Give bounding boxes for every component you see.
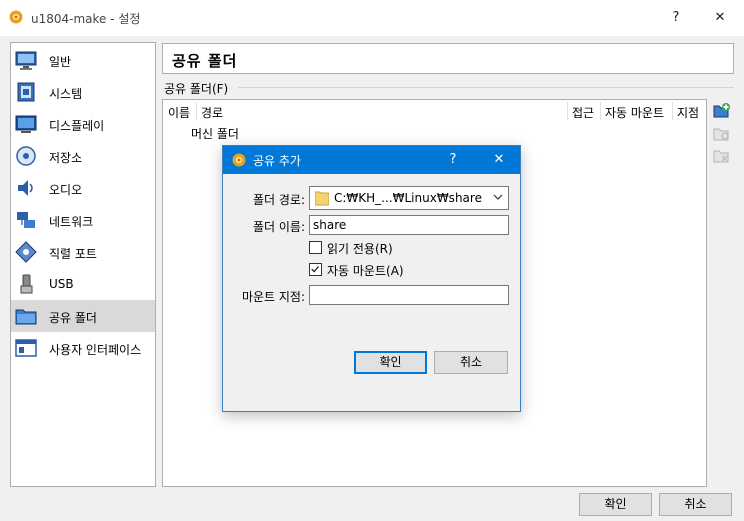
serial-port-icon — [15, 241, 37, 263]
sidebar-item-label: 저장소 — [49, 151, 83, 165]
sidebar-item-audio[interactable]: 오디오 — [11, 172, 155, 204]
sidebar-item-label: 네트워크 — [49, 215, 94, 229]
automount-checkbox[interactable] — [309, 263, 322, 276]
cancel-button[interactable]: 취소 — [659, 493, 732, 516]
sidebar-item-network[interactable]: 네트워크 — [11, 204, 155, 236]
sidebar-item-label: 사용자 인터페이스 — [49, 343, 142, 357]
table-row[interactable]: 머신 폴더 — [191, 125, 239, 142]
add-share-dialog: 공유 추가 ? ✕ 폴더 경로: C:₩KH_...₩Linux₩share 폴… — [222, 145, 521, 412]
storage-icon — [16, 146, 36, 166]
column-header-path[interactable]: 경로 — [201, 104, 223, 121]
sidebar-item-label: USB — [49, 277, 74, 291]
sidebar-item-system[interactable]: 시스템 — [11, 76, 155, 108]
monitor-icon — [15, 51, 37, 70]
folder-icon — [315, 191, 329, 206]
network-icon — [17, 212, 35, 228]
display-icon — [15, 115, 37, 133]
sidebar-item-label: 시스템 — [49, 87, 83, 101]
sidebar-item-label: 공유 폴더 — [49, 311, 97, 325]
sidebar-item-shared-folders[interactable]: 공유 폴더 — [11, 300, 155, 332]
column-header-mount-point[interactable]: 지점 — [677, 104, 699, 121]
folder-name-input[interactable]: share — [309, 215, 509, 235]
speaker-icon — [18, 180, 33, 196]
sidebar-item-user-interface[interactable]: 사용자 인터페이스 — [11, 332, 155, 364]
folder-path-label: 폴더 경로: — [252, 193, 305, 207]
sidebar-item-storage[interactable]: 저장소 — [11, 140, 155, 172]
edit-share-icon[interactable] — [713, 125, 731, 143]
sidebar-item-serial-port[interactable]: 직렬 포트 — [11, 236, 155, 268]
chevron-down-icon — [493, 194, 503, 200]
sidebar-item-usb[interactable]: USB — [11, 268, 155, 300]
mount-point-label: 마운트 지점: — [241, 290, 305, 304]
group-divider — [238, 87, 734, 88]
sidebar-item-label: 일반 — [49, 55, 72, 69]
sidebar-item-display[interactable]: 디스플레이 — [11, 108, 155, 140]
page-title-box: 공유 폴더 — [162, 43, 734, 74]
usb-icon — [20, 274, 33, 294]
remove-share-icon[interactable] — [713, 147, 731, 165]
close-button[interactable]: ✕ — [706, 4, 734, 32]
window-title: u1804-make - 설정 — [31, 12, 141, 26]
sidebar-item-label: 디스플레이 — [49, 119, 105, 133]
column-header-name[interactable]: 이름 — [168, 104, 190, 121]
settings-sidebar: 일반 시스템 디스플레이 저장소 오디오 네트워크 직렬 포트 USB 공유 폴… — [10, 42, 156, 487]
page-title: 공유 폴더 — [172, 52, 238, 70]
folder-icon — [15, 309, 37, 325]
checkmark-icon — [311, 266, 319, 273]
readonly-label: 읽기 전용(R) — [327, 242, 393, 256]
readonly-checkbox[interactable] — [309, 241, 322, 254]
folder-path-combo[interactable]: C:₩KH_...₩Linux₩share — [309, 186, 509, 210]
folder-path-value: C:₩KH_...₩Linux₩share — [334, 191, 482, 205]
ok-button[interactable]: 확인 — [579, 493, 652, 516]
chip-icon — [17, 82, 35, 102]
dialog-titlebar: 공유 추가 ? ✕ — [223, 146, 520, 174]
mount-point-input[interactable] — [309, 285, 509, 305]
shared-folders-group-label: 공유 폴더(F) — [164, 82, 229, 96]
dialog-ok-button[interactable]: 확인 — [354, 351, 427, 374]
column-header-access[interactable]: 접근 — [572, 104, 594, 121]
help-button[interactable]: ? — [662, 4, 690, 32]
column-separator — [600, 102, 601, 120]
sidebar-item-label: 오디오 — [49, 183, 83, 197]
dialog-help-button[interactable]: ? — [439, 146, 467, 174]
column-separator — [567, 102, 568, 120]
virtualbox-gear-icon — [9, 10, 23, 24]
column-separator — [196, 102, 197, 120]
sidebar-item-label: 직렬 포트 — [49, 247, 97, 261]
ui-window-icon — [15, 339, 37, 357]
column-header-automount[interactable]: 자동 마운트 — [605, 104, 664, 121]
add-share-icon[interactable] — [713, 102, 731, 120]
folder-name-label: 폴더 이름: — [252, 220, 305, 234]
dialog-cancel-button[interactable]: 취소 — [434, 351, 508, 374]
automount-label: 자동 마운트(A) — [327, 264, 404, 278]
virtualbox-gear-icon — [232, 153, 246, 167]
dialog-title: 공유 추가 — [253, 154, 301, 168]
dialog-close-button[interactable]: ✕ — [485, 146, 513, 174]
sidebar-item-general[interactable]: 일반 — [11, 44, 155, 76]
column-separator — [672, 102, 673, 120]
